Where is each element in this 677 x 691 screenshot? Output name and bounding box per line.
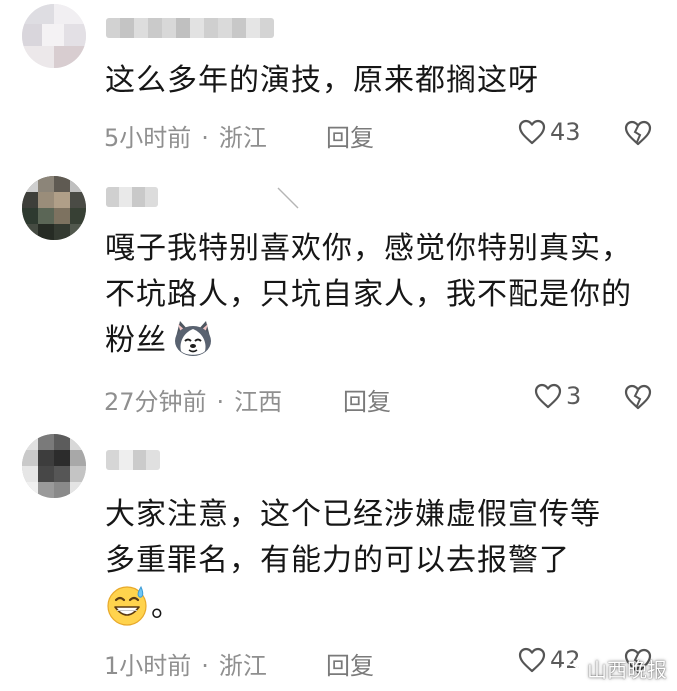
comment-location: 浙江: [218, 124, 267, 152]
watermark: 山西晚报: [559, 654, 667, 683]
comment-time: 5小时前: [104, 124, 192, 152]
avatar[interactable]: [22, 176, 86, 240]
sweat-smile-emoji-icon: [107, 585, 147, 626]
like-count: 43: [550, 118, 581, 146]
heart-outline-icon: [518, 119, 546, 145]
comment-text: 这么多年的演技，原来都搁这呀: [105, 58, 665, 104]
divider-slash: [277, 187, 299, 209]
heart-outline-icon: [534, 383, 562, 409]
comment-text-line: 多重罪名，有能力的可以去报警了: [105, 543, 570, 578]
comment-meta: 27分钟前 · 江西: [104, 382, 282, 417]
watermark-text: 山西晚报: [587, 658, 667, 682]
weibo-logo-icon: [559, 659, 582, 678]
like-button[interactable]: 43: [518, 118, 581, 146]
like-count: 3: [566, 382, 582, 410]
comment-text-fragment: 。: [151, 589, 182, 624]
broken-heart-icon: [624, 384, 652, 410]
dislike-button[interactable]: [624, 384, 652, 414]
dislike-button[interactable]: [624, 120, 652, 150]
reply-button[interactable]: 回复: [326, 646, 374, 681]
username-blurred[interactable]: [106, 18, 274, 38]
comment-text: 大家注意，这个已经涉嫌虚假宣传等 多重罪名，有能力的可以去报警了 。: [105, 492, 665, 630]
comment-time: 1小时前: [104, 652, 192, 680]
avatar[interactable]: [22, 4, 86, 68]
comment-text: 嘎子我特别喜欢你，感觉你特别真实， 不坑路人，只坑自家人，我不配是你的 粉丝: [105, 226, 665, 364]
reply-button[interactable]: 回复: [343, 382, 391, 417]
comment-time: 27分钟前: [104, 388, 207, 416]
comment-text-line-with-emoji: 粉丝: [105, 318, 665, 364]
comment-location: 江西: [234, 388, 283, 416]
broken-heart-icon: [624, 120, 652, 146]
avatar[interactable]: [22, 434, 86, 498]
like-button[interactable]: 3: [534, 382, 581, 410]
heart-outline-icon: [518, 647, 546, 673]
husky-emoji-icon: [175, 320, 211, 356]
comment-text-line: 大家注意，这个已经涉嫌虚假宣传等: [105, 497, 601, 532]
username-blurred[interactable]: [106, 187, 158, 207]
username-blurred[interactable]: [106, 450, 160, 470]
comment-text-line-with-emoji: 。: [105, 584, 665, 630]
meta-separator: ·: [201, 652, 209, 680]
comment-location: 浙江: [218, 652, 267, 680]
comment-meta: 5小时前 · 浙江: [104, 118, 267, 153]
meta-separator: ·: [201, 124, 209, 152]
comment-text-line: 不坑路人，只坑自家人，我不配是你的: [105, 277, 632, 312]
comment-meta: 1小时前 · 浙江: [104, 646, 267, 681]
reply-button[interactable]: 回复: [326, 118, 374, 153]
comment-text-line: 这么多年的演技，原来都搁这呀: [105, 63, 539, 98]
meta-separator: ·: [216, 388, 225, 416]
comment-text-line: 嘎子我特别喜欢你，感觉你特别真实，: [105, 231, 632, 266]
comment-text-fragment: 粉丝: [105, 323, 167, 358]
